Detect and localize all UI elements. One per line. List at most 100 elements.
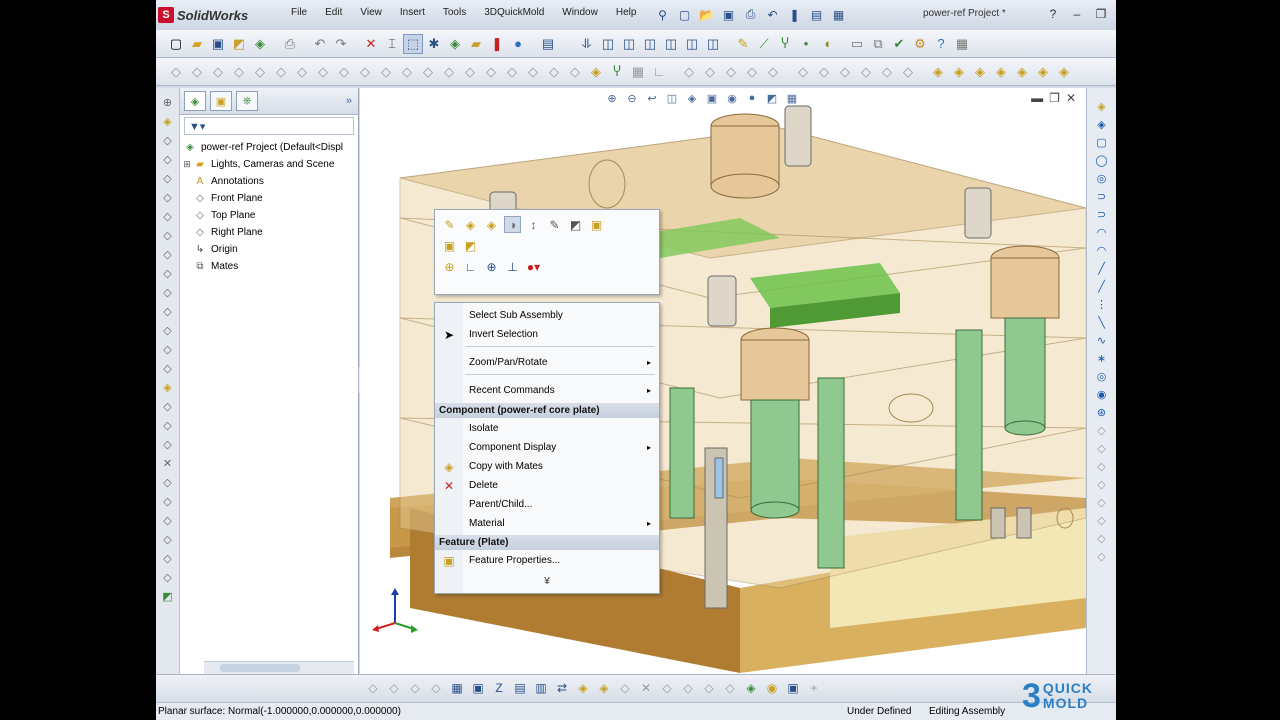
- tool-g-icon[interactable]: ◇: [292, 62, 312, 82]
- mate-icon[interactable]: ✎: [546, 216, 563, 233]
- component-props-icon[interactable]: ▣: [441, 237, 458, 254]
- side-tool-6-icon[interactable]: ◇: [160, 189, 176, 205]
- side-tool-24-icon[interactable]: ◇: [160, 531, 176, 547]
- tool-o-icon[interactable]: ◇: [460, 62, 480, 82]
- quickmold-e-icon[interactable]: ◈: [1012, 62, 1032, 82]
- menu-material[interactable]: Material ▸: [435, 514, 659, 533]
- bottom-9-icon[interactable]: ▥: [532, 679, 550, 697]
- link-icon[interactable]: ⧉: [868, 34, 888, 54]
- bottom-10-icon[interactable]: ⇄: [553, 679, 571, 697]
- task-16-icon[interactable]: ◎: [1094, 368, 1110, 384]
- side-tool-13-icon[interactable]: ◇: [160, 322, 176, 338]
- menu-feature-properties[interactable]: ▣ Feature Properties...: [435, 551, 659, 570]
- bottom-21-icon[interactable]: ▣: [784, 679, 802, 697]
- point-icon[interactable]: •: [796, 34, 816, 54]
- quickmold-a-icon[interactable]: ◈: [928, 62, 948, 82]
- plate-icon-1[interactable]: ◫: [598, 34, 618, 54]
- pin-icon[interactable]: ⚲: [653, 5, 672, 24]
- undo-icon[interactable]: ↶: [763, 5, 782, 24]
- tool-h-icon[interactable]: ◇: [313, 62, 333, 82]
- make-drawing-icon[interactable]: ◩: [229, 34, 249, 54]
- menu-zoom-pan-rotate[interactable]: Zoom/Pan/Rotate ▸: [435, 353, 659, 372]
- tool-a-icon[interactable]: ◇: [166, 62, 186, 82]
- hide-show-icon[interactable]: ◉: [724, 90, 740, 106]
- open-part-icon[interactable]: ✎: [441, 216, 458, 233]
- tool-t-icon[interactable]: ◇: [565, 62, 585, 82]
- menu-isolate[interactable]: Isolate: [435, 419, 659, 438]
- tree-filter[interactable]: ▼▾: [184, 117, 354, 135]
- side-tool-1-icon[interactable]: ⊕: [160, 94, 176, 110]
- view-settings-icon[interactable]: ▦: [784, 90, 800, 106]
- feature-manager-tab[interactable]: ◈: [184, 91, 206, 111]
- bottom-13-icon[interactable]: ◇: [616, 679, 634, 697]
- menu-3dquickmold[interactable]: 3DQuickMold: [475, 7, 553, 18]
- rebuild-icon[interactable]: ◈: [445, 34, 465, 54]
- side-tool-19-icon[interactable]: ◇: [160, 436, 176, 452]
- line-icon[interactable]: ⟋: [754, 34, 774, 54]
- tool-y-icon[interactable]: ◇: [679, 62, 699, 82]
- tree-item-lights[interactable]: ⊞ ▰ Lights, Cameras and Scene: [182, 156, 358, 173]
- tool-ag-icon[interactable]: ◇: [856, 62, 876, 82]
- save-icon[interactable]: ▣: [208, 34, 228, 54]
- side-tool-4-icon[interactable]: ◇: [160, 151, 176, 167]
- undo-icon[interactable]: ↶: [310, 34, 330, 54]
- side-tool-16-icon[interactable]: ◈: [160, 379, 176, 395]
- tool-u-icon[interactable]: ◈: [586, 62, 606, 82]
- gear-icon[interactable]: ⚙: [910, 34, 930, 54]
- bottom-20-icon[interactable]: ◉: [763, 679, 781, 697]
- bottom-7-icon[interactable]: Z: [490, 679, 508, 697]
- new-document-icon[interactable]: ▢: [675, 5, 694, 24]
- bottom-15-icon[interactable]: ◇: [658, 679, 676, 697]
- quickmold-b-icon[interactable]: ◈: [949, 62, 969, 82]
- tree-root[interactable]: ◈ power-ref Project (Default<Displ: [182, 139, 358, 156]
- open-icon[interactable]: 📂: [697, 5, 716, 24]
- side-tool-20-icon[interactable]: ✕: [160, 455, 176, 471]
- traffic-light-icon[interactable]: ❚: [487, 34, 507, 54]
- menu-copy-with-mates[interactable]: ◈ Copy with Mates: [435, 457, 659, 476]
- tool-v-icon[interactable]: Ⴤ: [607, 62, 627, 82]
- help-icon[interactable]: ?: [1042, 5, 1064, 23]
- side-tool-21-icon[interactable]: ◇: [160, 474, 176, 490]
- print-icon[interactable]: ⎙: [280, 34, 300, 54]
- tool-r-icon[interactable]: ◇: [523, 62, 543, 82]
- minimize-view-icon[interactable]: ▬: [1031, 91, 1043, 105]
- task-24-icon[interactable]: ◇: [1094, 512, 1110, 528]
- change-transparency-icon[interactable]: ◑: [504, 216, 521, 233]
- normal-to-icon[interactable]: ∟: [462, 258, 479, 275]
- plate-icon-2[interactable]: ◫: [619, 34, 639, 54]
- task-1-icon[interactable]: ◈: [1094, 98, 1110, 114]
- task-22-icon[interactable]: ◇: [1094, 476, 1110, 492]
- scene-icon[interactable]: ◩: [764, 90, 780, 106]
- print-icon[interactable]: ⎙: [741, 5, 760, 24]
- sketch-icon[interactable]: ✎: [733, 34, 753, 54]
- tree-horizontal-scrollbar[interactable]: [204, 661, 354, 674]
- bottom-16-icon[interactable]: ◇: [679, 679, 697, 697]
- tool-e-icon[interactable]: ◇: [250, 62, 270, 82]
- side-tool-22-icon[interactable]: ◇: [160, 493, 176, 509]
- view-settings-icon[interactable]: ▤: [538, 34, 558, 54]
- menu-select-sub-assembly[interactable]: Select Sub Assembly: [435, 306, 659, 325]
- view-orientation-icon[interactable]: ◈: [684, 90, 700, 106]
- tool-z-icon[interactable]: ◇: [700, 62, 720, 82]
- quickmold-c-icon[interactable]: ◈: [970, 62, 990, 82]
- bottom-1-icon[interactable]: ◇: [364, 679, 382, 697]
- task-8-icon[interactable]: ◠: [1094, 224, 1110, 240]
- minimize-icon[interactable]: –: [1066, 5, 1088, 23]
- sketch-icon[interactable]: ◩: [462, 237, 479, 254]
- make-assembly-icon[interactable]: ◈: [250, 34, 270, 54]
- task-25-icon[interactable]: ◇: [1094, 530, 1110, 546]
- appearance-icon[interactable]: ●▾: [525, 258, 542, 275]
- tool-af-icon[interactable]: ◇: [835, 62, 855, 82]
- edit-component-icon[interactable]: ⌶: [382, 34, 402, 54]
- configuration-manager-tab[interactable]: ⎈: [236, 91, 258, 111]
- tool-f-icon[interactable]: ◇: [271, 62, 291, 82]
- side-tool-26-icon[interactable]: ◇: [160, 569, 176, 585]
- task-9-icon[interactable]: ◠: [1094, 242, 1110, 258]
- file-properties-icon[interactable]: ▤: [807, 5, 826, 24]
- side-tool-3-icon[interactable]: ◇: [160, 132, 176, 148]
- doc-icon[interactable]: ▭: [847, 34, 867, 54]
- bottom-3-icon[interactable]: ◇: [406, 679, 424, 697]
- tool-ae-icon[interactable]: ◇: [814, 62, 834, 82]
- mold-arrow-icon[interactable]: ⥥: [577, 34, 597, 54]
- properties-icon[interactable]: ▣: [588, 216, 605, 233]
